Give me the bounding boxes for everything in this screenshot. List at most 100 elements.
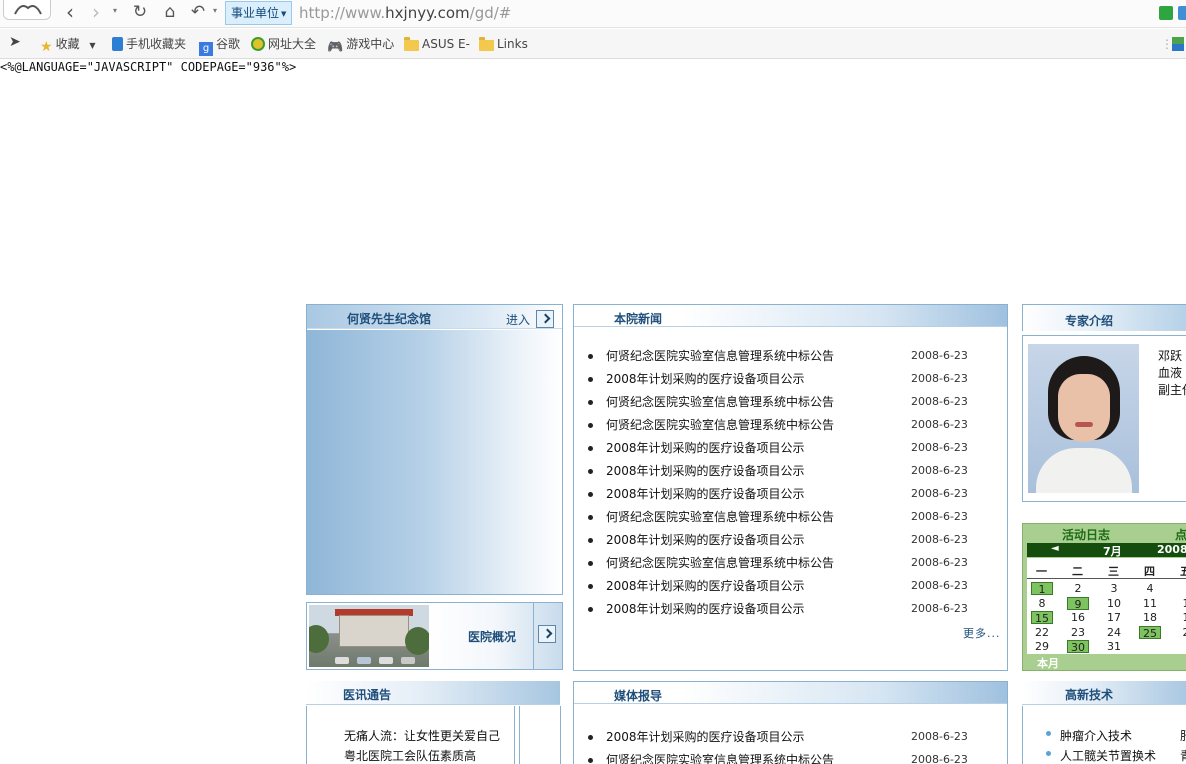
calendar-day[interactable]: 23 <box>1067 626 1089 639</box>
tech-item[interactable]: 肿瘤介入技术 <box>1045 727 1132 744</box>
calendar-day[interactable]: 31 <box>1103 640 1125 653</box>
item-title[interactable]: 何贤纪念医院实验室信息管理系统中标公告 <box>606 417 834 433</box>
tech-panel: 肿瘤介入技术 人工髋关节置换术 肝 青 <box>1022 706 1186 764</box>
undo-icon[interactable]: ↶ <box>188 2 208 24</box>
site-category-badge[interactable]: 事业单位 ▼ <box>225 1 293 25</box>
calendar-day[interactable]: 30 <box>1067 640 1089 654</box>
hospital-overview-panel[interactable]: 医院概况 <box>306 602 563 670</box>
calendar-day[interactable]: 1 <box>1175 611 1186 624</box>
url-host: hxjnyy.com <box>385 4 470 22</box>
calendar-day[interactable]: 4 <box>1139 582 1161 595</box>
refresh-icon[interactable]: ↻ <box>130 2 150 24</box>
undo-dropdown-icon[interactable]: ▾ <box>213 6 217 15</box>
calendar-day[interactable]: 24 <box>1103 626 1125 639</box>
list-item[interactable]: 2008年计划采购的医疗设备项目公示 2008-6-23 <box>588 486 998 509</box>
list-item[interactable]: 何贤纪念医院实验室信息管理系统中标公告 2008-6-23 <box>588 394 998 417</box>
list-item[interactable]: 2008年计划采购的医疗设备项目公示 2008-6-23 <box>588 463 998 486</box>
calendar-month-bar: ◄ 7月 2008 <box>1027 543 1186 558</box>
notice-item[interactable]: 无痛人流：让女性更关爱自己 <box>344 727 500 744</box>
list-item[interactable]: 2008年计划采购的医疗设备项目公示 2008-6-23 <box>588 578 998 601</box>
item-title[interactable]: 何贤纪念医院实验室信息管理系统中标公告 <box>606 394 834 410</box>
back-icon[interactable]: ‹ <box>60 2 80 24</box>
calendar-day[interactable]: 15 <box>1031 611 1053 625</box>
sidebar-toggle-icon[interactable]: ➤ <box>9 34 21 50</box>
calendar-day[interactable]: 25 <box>1139 625 1161 640</box>
calendar-day[interactable]: 8 <box>1031 597 1053 610</box>
item-title[interactable]: 2008年计划采购的医疗设备项目公示 <box>606 532 805 548</box>
browser-logo-icon[interactable] <box>3 0 51 20</box>
list-item[interactable]: 何贤纪念医院实验室信息管理系统中标公告 2008-6-23 <box>588 509 998 532</box>
share-icon[interactable] <box>1159 6 1173 20</box>
calendar-day[interactable]: 16 <box>1067 611 1089 624</box>
prev-month-icon[interactable]: ◄ <box>1051 543 1059 554</box>
expert-panel: 邓跃 血液 副主任 <box>1022 335 1186 502</box>
hospital-overview-label[interactable]: 医院概况 <box>468 628 516 645</box>
item-title[interactable]: 2008年计划采购的医疗设备项目公示 <box>606 578 805 594</box>
calendar-day[interactable]: 29 <box>1031 640 1053 653</box>
calendar-day[interactable]: 10 <box>1103 597 1125 610</box>
raw-asp-code: <%@LANGUAGE="JAVASCRIPT" CODEPAGE="936"%… <box>0 60 297 74</box>
memorial-enter-link[interactable]: 进入 <box>506 311 530 328</box>
list-item[interactable]: 2008年计划采购的医疗设备项目公示 2008-6-23 <box>588 601 998 624</box>
item-title[interactable]: 2008年计划采购的医疗设备项目公示 <box>606 486 805 502</box>
list-item[interactable]: 何贤纪念医院实验室信息管理系统中标公告 2008-6-23 <box>588 555 998 578</box>
item-title[interactable]: 2008年计划采购的医疗设备项目公示 <box>606 463 805 479</box>
list-item[interactable]: 2008年计划采购的医疗设备项目公示 2008-6-23 <box>588 371 998 394</box>
calendar-day[interactable]: 9 <box>1067 596 1089 611</box>
calendar-day[interactable]: 1 <box>1031 582 1053 596</box>
item-date: 2008-6-23 <box>911 730 968 743</box>
calendar-day[interactable]: 3 <box>1103 582 1125 595</box>
item-title[interactable]: 2008年计划采购的医疗设备项目公示 <box>606 729 805 745</box>
bookmark-links[interactable]: Links <box>479 36 528 52</box>
item-title[interactable]: 何贤纪念医院实验室信息管理系统中标公告 <box>606 348 834 364</box>
list-item[interactable]: 何贤纪念医院实验室信息管理系统中标公告 2008-6-23 <box>588 752 998 764</box>
tech-item-col2[interactable]: 青 <box>1180 747 1186 764</box>
address-bar[interactable]: http://www.hxjnyy.com/gd/# <box>299 3 511 23</box>
item-title[interactable]: 2008年计划采购的医疗设备项目公示 <box>606 440 805 456</box>
calendar-day[interactable]: 18 <box>1139 611 1161 624</box>
calendar-this-month[interactable]: 本月 <box>1037 655 1059 671</box>
list-item[interactable]: 何贤纪念医院实验室信息管理系统中标公告 2008-6-23 <box>588 417 998 440</box>
history-dropdown-icon[interactable]: ▾ <box>113 6 117 15</box>
calendar-day[interactable]: 17 <box>1103 611 1125 624</box>
calendar-day[interactable]: 2 <box>1067 582 1089 595</box>
news-more-link[interactable]: 更多... <box>963 625 1001 641</box>
item-date: 2008-6-23 <box>911 602 968 615</box>
list-item[interactable]: 何贤纪念医院实验室信息管理系统中标公告 2008-6-23 <box>588 348 998 371</box>
expert-portrait[interactable] <box>1028 344 1139 493</box>
list-item[interactable]: 2008年计划采购的医疗设备项目公示 2008-6-23 <box>588 440 998 463</box>
item-date: 2008-6-23 <box>911 556 968 569</box>
media-title: 媒体报导 <box>614 689 663 703</box>
item-date: 2008-6-23 <box>911 349 968 362</box>
apps-grid-icon[interactable] <box>1172 36 1186 52</box>
list-item[interactable]: 2008年计划采购的医疗设备项目公示 2008-6-23 <box>588 532 998 555</box>
media-list: 2008年计划采购的医疗设备项目公示 2008-6-23 何贤纪念医院实验室信息管理… <box>588 729 998 764</box>
weekday-label: 三 <box>1108 565 1119 578</box>
tech-item-col2[interactable]: 肝 <box>1180 727 1186 744</box>
bookmark-asus[interactable]: ASUS E- <box>404 36 470 52</box>
tech-item[interactable]: 人工髋关节置换术 <box>1045 747 1156 764</box>
calendar-day[interactable]: 11 <box>1139 597 1161 610</box>
item-title[interactable]: 何贤纪念医院实验室信息管理系统中标公告 <box>606 555 834 571</box>
forward-icon[interactable]: › <box>86 2 106 24</box>
calendar-day[interactable]: 1 <box>1175 597 1186 610</box>
calendar-day[interactable]: 2 <box>1175 626 1186 639</box>
home-icon[interactable]: ⌂ <box>160 2 180 24</box>
item-title[interactable]: 何贤纪念医院实验室信息管理系统中标公告 <box>606 752 834 764</box>
arrow-right-icon[interactable] <box>536 310 554 328</box>
chevron-down-icon: ▼ <box>281 10 287 18</box>
item-title[interactable]: 何贤纪念医院实验室信息管理系统中标公告 <box>606 509 834 525</box>
notice-item[interactable]: 粤北医院工会队伍素质高 <box>344 747 476 764</box>
item-title[interactable]: 2008年计划采购的医疗设备项目公示 <box>606 371 805 387</box>
bookmark-google[interactable]: g 谷歌 <box>199 36 240 56</box>
list-item[interactable]: 2008年计划采购的医疗设备项目公示 2008-6-23 <box>588 729 998 752</box>
bookmark-hao123[interactable]: 网址大全 <box>251 36 316 52</box>
calendar-day[interactable]: 22 <box>1031 626 1053 639</box>
extension-icon[interactable] <box>1178 6 1186 20</box>
item-date: 2008-6-23 <box>911 464 968 477</box>
bookmark-mobile[interactable]: 手机收藏夹 <box>112 36 186 52</box>
bookmark-games[interactable]: 🎮 游戏中心 <box>327 36 394 55</box>
bookmark-favorites[interactable]: ★ 收藏 ▼ <box>40 36 96 55</box>
item-title[interactable]: 2008年计划采购的医疗设备项目公示 <box>606 601 805 617</box>
arrow-right-icon[interactable] <box>538 625 556 643</box>
